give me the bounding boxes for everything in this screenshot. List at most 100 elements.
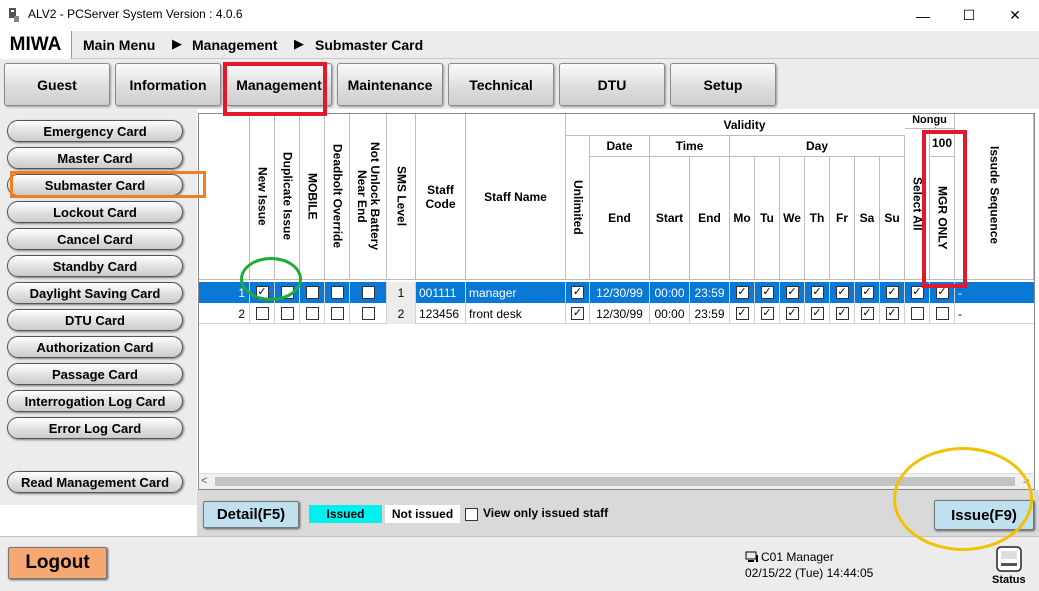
sidebar-item-authorization-card[interactable]: Authorization Card <box>7 336 183 358</box>
tab-information[interactable]: Information <box>115 63 221 106</box>
sidebar-item-dtu-card[interactable]: DTU Card <box>7 309 183 331</box>
day-th-checkbox[interactable]: ✓ <box>805 282 830 303</box>
header-unlimited[interactable]: Unlimited <box>566 136 590 280</box>
mobile-checkbox[interactable] <box>300 282 325 303</box>
scroll-left-icon[interactable]: < <box>201 475 207 487</box>
sidebar-item-lockout-card[interactable]: Lockout Card <box>7 201 183 223</box>
view-only-issued-checkbox[interactable] <box>465 508 478 521</box>
select-all-checkbox[interactable] <box>905 303 930 324</box>
sidebar-item-emergency-card[interactable]: Emergency Card <box>7 120 183 142</box>
day-we-checkbox[interactable]: ✓ <box>780 303 805 324</box>
header-mgr-only[interactable]: MGR ONLY <box>930 157 955 280</box>
header-row-number <box>199 114 250 280</box>
not-unlock-battery-checkbox[interactable] <box>350 282 387 303</box>
header-time-start[interactable]: Start <box>650 157 690 280</box>
staff-grid: New Issue Duplicate Issue MOBILE Deadbol… <box>198 113 1035 490</box>
horizontal-scrollbar[interactable]: < > <box>199 473 1034 489</box>
sidebar-item-daylight-saving-card[interactable]: Daylight Saving Card <box>7 282 183 304</box>
breadcrumb: MIWA Main Menu ▶ Management ▶ Submaster … <box>0 31 1039 59</box>
day-fr-checkbox[interactable]: ✓ <box>830 303 855 324</box>
tab-guest[interactable]: Guest <box>4 63 110 106</box>
header-validity: Validity <box>566 114 924 136</box>
mgr-only-checkbox[interactable]: ✓ <box>930 282 955 303</box>
read-management-card-button[interactable]: Read Management Card <box>7 471 183 493</box>
mgr-only-checkbox[interactable] <box>930 303 955 324</box>
new-issue-checkbox[interactable]: ✓ <box>250 282 275 303</box>
header-staff-code[interactable]: Staff Code <box>416 114 466 280</box>
header-duplicate-issue[interactable]: Duplicate Issue <box>275 114 300 280</box>
header-not-unlock-battery[interactable]: Not Unlock Battery Near End <box>350 114 387 280</box>
table-row[interactable]: 1 ✓ 1 001111 manager ✓ 12/30/99 00:00 23… <box>199 282 1034 303</box>
sidebar-item-interrogation-log-card[interactable]: Interrogation Log Card <box>7 390 183 412</box>
time-start-cell: 00:00 <box>650 303 690 324</box>
header-day-su[interactable]: Su <box>880 157 905 280</box>
sms-level-cell: 2 <box>387 303 416 324</box>
breadcrumb-submaster-card: Submaster Card <box>315 37 424 53</box>
unlimited-checkbox[interactable]: ✓ <box>566 303 590 324</box>
day-tu-checkbox[interactable]: ✓ <box>755 282 780 303</box>
header-date-end[interactable]: End <box>590 157 650 280</box>
sidebar-item-submaster-card[interactable]: Submaster Card <box>7 174 183 196</box>
header-day-th[interactable]: Th <box>805 157 830 280</box>
deadbolt-override-checkbox[interactable] <box>325 303 350 324</box>
scroll-right-icon[interactable]: > <box>1023 475 1029 487</box>
issue-button[interactable]: Issue(F9) <box>934 500 1034 530</box>
header-mobile[interactable]: MOBILE <box>300 114 325 280</box>
datetime-label: 02/15/22 (Tue) 14:44:05 <box>745 566 874 580</box>
brand-logo: MIWA <box>0 31 72 59</box>
detail-button[interactable]: Detail(F5) <box>203 501 299 528</box>
day-mo-checkbox[interactable]: ✓ <box>730 303 755 324</box>
unlimited-checkbox[interactable]: ✓ <box>566 282 590 303</box>
maximize-button[interactable]: ☐ <box>946 0 992 31</box>
sidebar-item-error-log-card[interactable]: Error Log Card <box>7 417 183 439</box>
tab-management[interactable]: Management <box>226 63 332 106</box>
day-we-checkbox[interactable]: ✓ <box>780 282 805 303</box>
status-icon[interactable] <box>994 543 1024 573</box>
header-time-end[interactable]: End <box>690 157 730 280</box>
tab-maintenance[interactable]: Maintenance <box>337 63 443 106</box>
header-sms-level[interactable]: SMS Level <box>387 114 416 280</box>
sidebar-item-standby-card[interactable]: Standby Card <box>7 255 183 277</box>
close-button[interactable]: ✕ <box>992 0 1038 31</box>
header-new-issue[interactable]: New Issue <box>250 114 275 280</box>
duplicate-issue-checkbox[interactable] <box>275 303 300 324</box>
tab-setup[interactable]: Setup <box>670 63 776 106</box>
row-number: 2 <box>199 303 250 324</box>
header-select-all[interactable]: Select All <box>905 129 930 280</box>
sidebar-item-master-card[interactable]: Master Card <box>7 147 183 169</box>
header-day-fr[interactable]: Fr <box>830 157 855 280</box>
day-th-checkbox[interactable]: ✓ <box>805 303 830 324</box>
select-all-checkbox[interactable]: ✓ <box>905 282 930 303</box>
day-mo-checkbox[interactable]: ✓ <box>730 282 755 303</box>
staff-name-cell: front desk <box>466 303 566 324</box>
header-issue-sequence[interactable]: Issude Sequence <box>955 114 1034 280</box>
table-row[interactable]: 2 2 123456 front desk ✓ 12/30/99 00:00 2… <box>199 303 1034 324</box>
header-deadbolt-override[interactable]: Deadbolt Override <box>325 114 350 280</box>
day-tu-checkbox[interactable]: ✓ <box>755 303 780 324</box>
day-sa-checkbox[interactable]: ✓ <box>855 282 880 303</box>
day-fr-checkbox[interactable]: ✓ <box>830 282 855 303</box>
sidebar-item-passage-card[interactable]: Passage Card <box>7 363 183 385</box>
header-day-tu[interactable]: Tu <box>755 157 780 280</box>
breadcrumb-arrow-icon: ▶ <box>172 36 182 51</box>
header-day-sa[interactable]: Sa <box>855 157 880 280</box>
deadbolt-override-checkbox[interactable] <box>325 282 350 303</box>
tab-technical[interactable]: Technical <box>448 63 554 106</box>
mobile-checkbox[interactable] <box>300 303 325 324</box>
duplicate-issue-checkbox[interactable] <box>275 282 300 303</box>
day-su-checkbox[interactable]: ✓ <box>880 303 905 324</box>
tab-dtu[interactable]: DTU <box>559 63 665 106</box>
logout-button[interactable]: Logout <box>8 547 107 579</box>
day-sa-checkbox[interactable]: ✓ <box>855 303 880 324</box>
header-staff-name[interactable]: Staff Name <box>466 114 566 280</box>
header-day-we[interactable]: We <box>780 157 805 280</box>
day-su-checkbox[interactable]: ✓ <box>880 282 905 303</box>
new-issue-checkbox[interactable] <box>250 303 275 324</box>
not-unlock-battery-checkbox[interactable] <box>350 303 387 324</box>
sidebar-item-cancel-card[interactable]: Cancel Card <box>7 228 183 250</box>
date-end-cell: 12/30/99 <box>590 303 650 324</box>
scrollbar-thumb[interactable] <box>215 477 1015 486</box>
header-day-mo[interactable]: Mo <box>730 157 755 280</box>
row-number: 1 <box>199 282 250 303</box>
minimize-button[interactable]: — <box>900 0 946 31</box>
